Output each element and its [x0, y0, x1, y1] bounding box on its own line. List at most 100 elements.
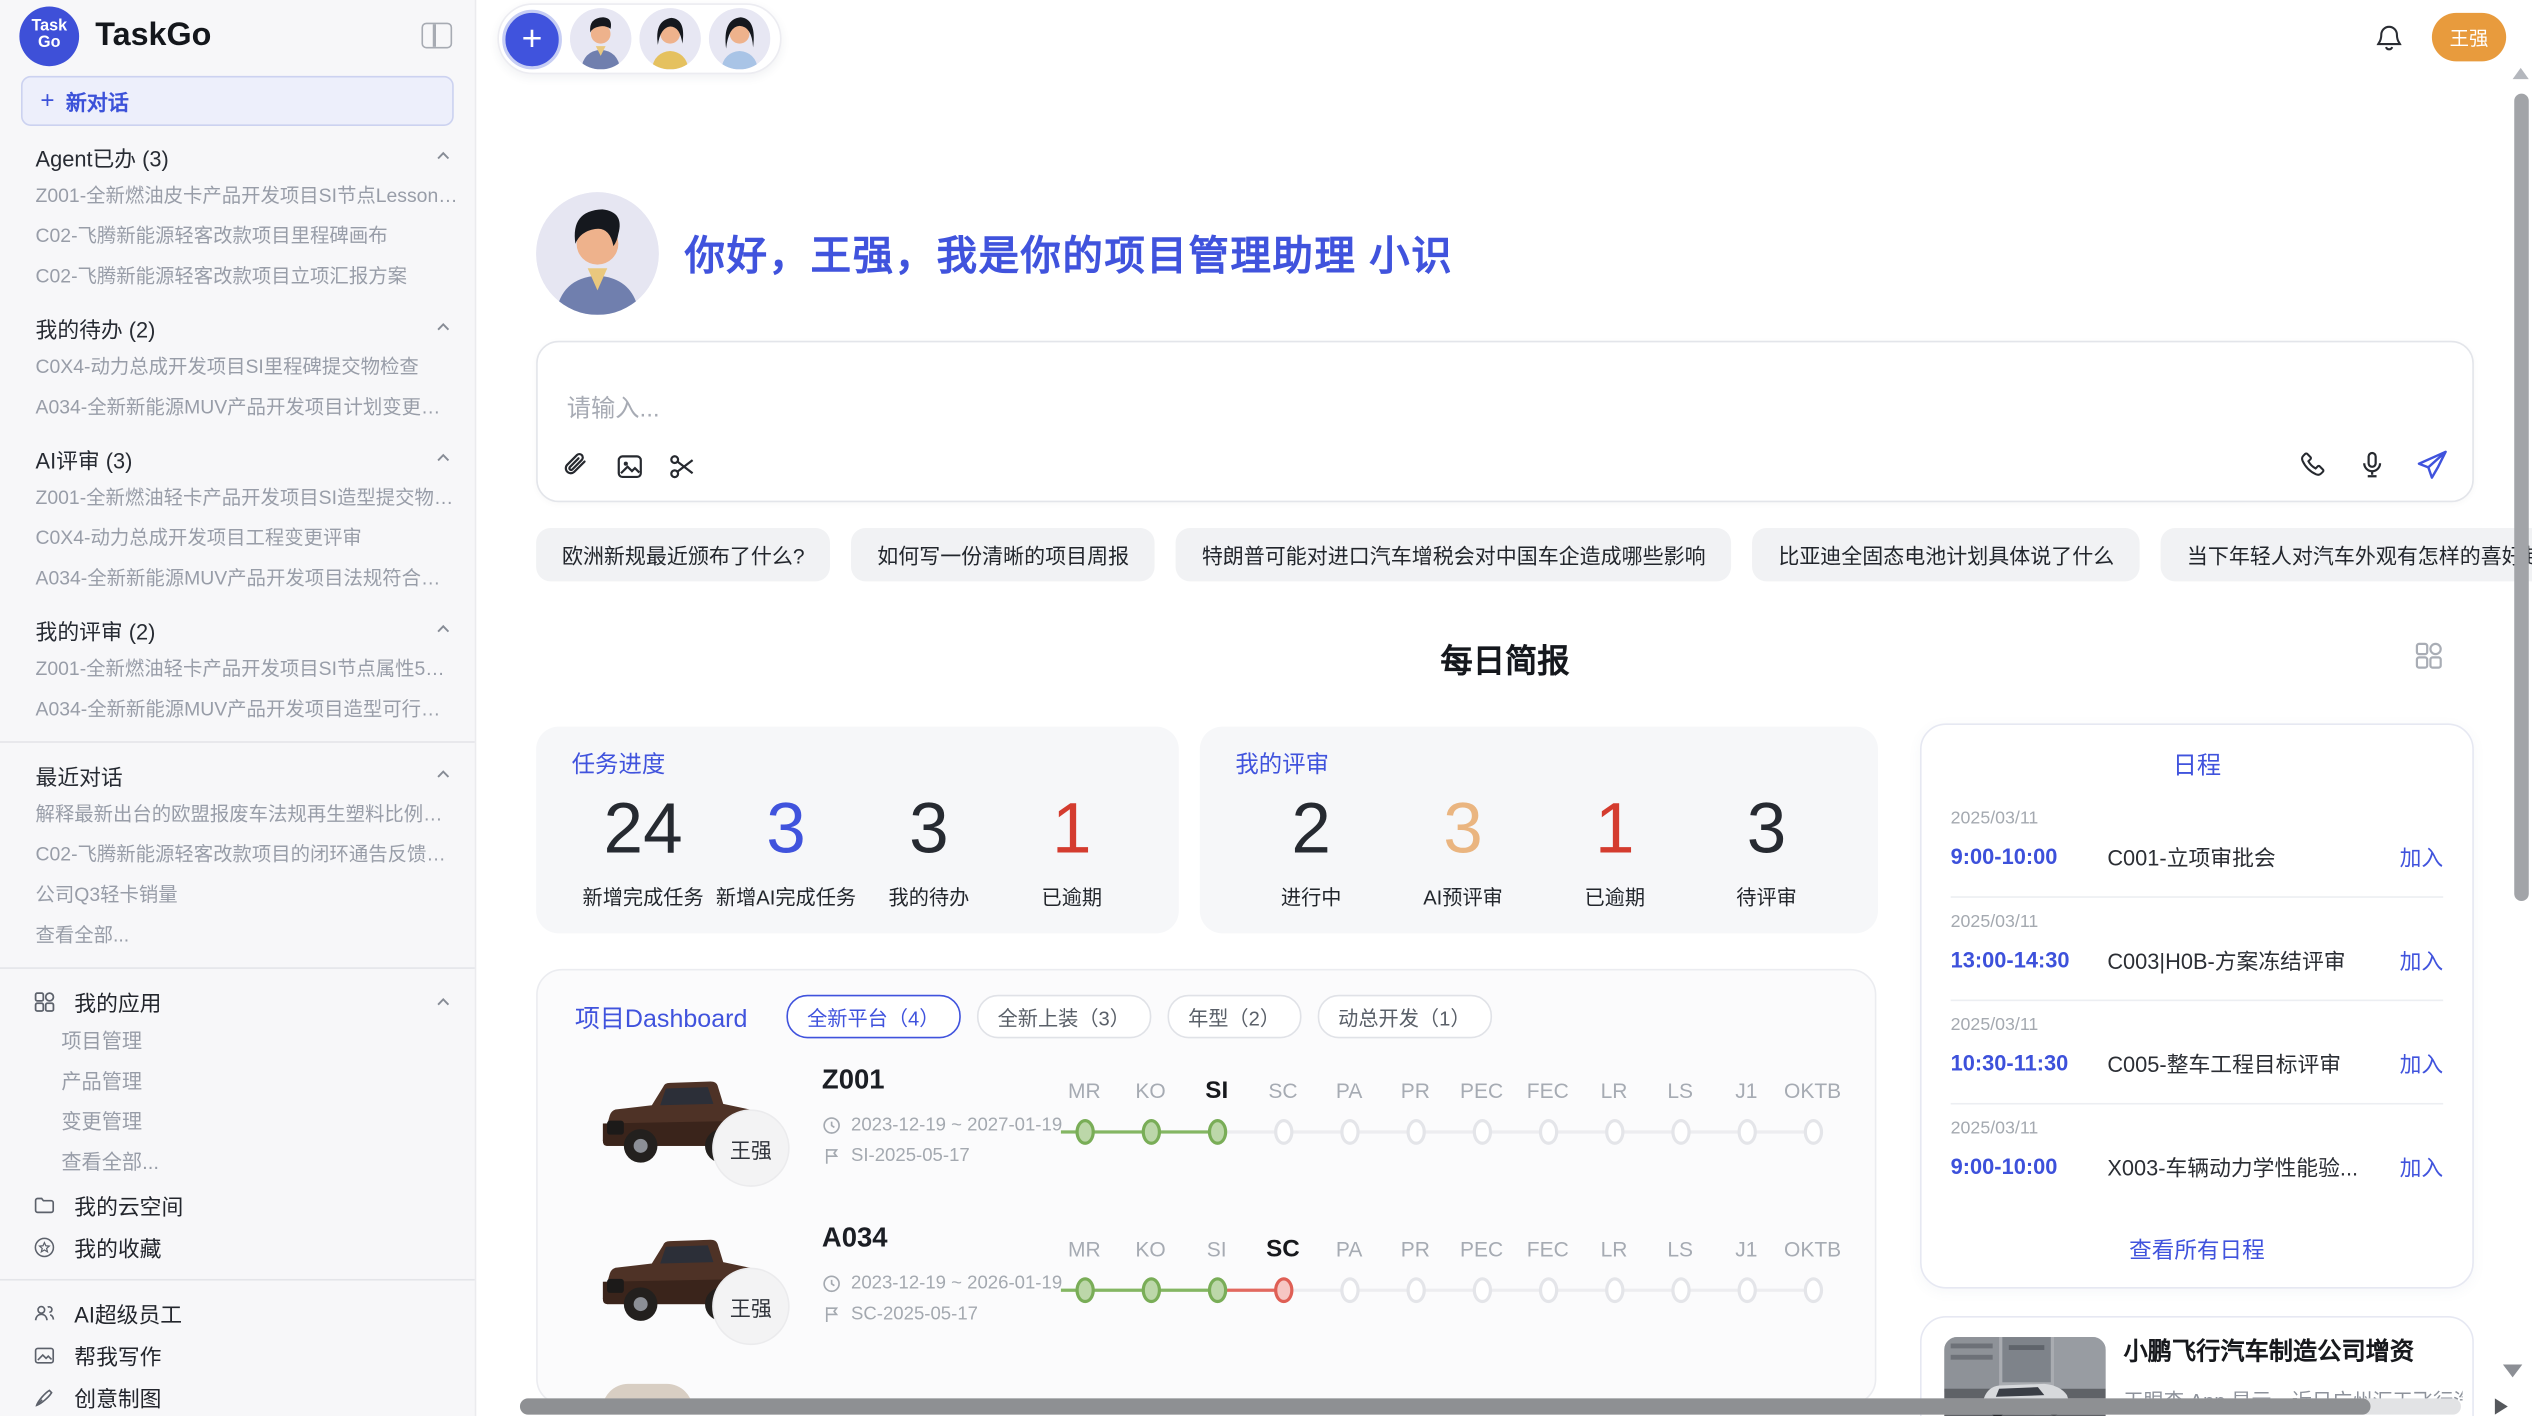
scroll-right-arrow[interactable]	[2495, 1398, 2508, 1414]
notification-bell-icon[interactable]	[2374, 22, 2405, 53]
suggestion-chip[interactable]: 如何写一份清晰的项目周报	[851, 528, 1155, 581]
sidebar-item[interactable]: C02-飞腾新能源轻客改款项目立项汇报方案	[0, 257, 475, 297]
sidebar-item[interactable]: A034-全新新能源MUV产品开发项目法规符合性评审	[0, 559, 475, 599]
sidebar-item-pen[interactable]: 创意制图	[0, 1376, 475, 1416]
sidebar-item-people[interactable]: AI超级员工	[0, 1292, 475, 1334]
sidebar-item-folder[interactable]: 我的云空间	[0, 1184, 475, 1226]
milestone: LS	[1647, 1203, 1713, 1361]
sidebar-item[interactable]: 查看全部...	[0, 1143, 475, 1183]
stat-value: 3	[1691, 786, 1843, 873]
stat-label: 我的待办	[857, 880, 1000, 911]
suggestion-chip[interactable]: 欧洲新规最近颁布了什么?	[536, 528, 830, 581]
milestone-dot	[1406, 1119, 1425, 1145]
dashboard-tab[interactable]: 全新上装（3）	[977, 995, 1151, 1039]
sidebar-section-header[interactable]: 最近对话	[0, 754, 475, 794]
sidebar-item[interactable]: C02-飞腾新能源轻客改款项目里程碑画布	[0, 216, 475, 256]
voice-call-icon[interactable]	[2298, 449, 2330, 481]
dashboard-tab[interactable]: 全新平台（4）	[786, 995, 960, 1039]
app-window: Task Go TaskGo + 新对话 Agent已办 (3) Z001-全新…	[0, 0, 2532, 1416]
milestone: PR	[1382, 1045, 1448, 1203]
app-title: TaskGo	[95, 17, 211, 54]
chevron-up-icon[interactable]	[434, 992, 452, 1010]
send-icon[interactable]	[2414, 447, 2450, 483]
sidebar-section-header[interactable]: 我的评审 (2)	[0, 609, 475, 649]
news-title: 小鹏飞行汽车制造公司增资	[2123, 1337, 2462, 1369]
milestone-label: PEC	[1448, 1235, 1514, 1264]
milestone: FEC	[1515, 1045, 1581, 1203]
sidebar-item[interactable]: 项目管理	[0, 1022, 475, 1062]
milestone-label: PR	[1382, 1077, 1448, 1106]
sidebar-section: AI评审 (3) Z001-全新燃油轻卡产品开发项目SI造型提交物评审C0X4-…	[0, 438, 475, 599]
sidebar-item[interactable]: C0X4-动力总成开发项目工程变更评审	[0, 518, 475, 558]
chat-input[interactable]	[564, 394, 2024, 425]
vertical-scrollbar[interactable]	[2514, 94, 2529, 901]
sidebar-collapse-icon[interactable]	[421, 23, 452, 49]
milestone-dot	[1339, 1277, 1358, 1303]
suggestion-chip[interactable]: 比亚迪全固态电池计划具体说了什么	[1752, 528, 2140, 581]
sidebar-item[interactable]: 变更管理	[0, 1103, 475, 1143]
chevron-up-icon[interactable]	[434, 147, 452, 165]
suggestion-chip[interactable]: 特朗普可能对进口汽车增税会对中国车企造成哪些影响	[1176, 528, 1732, 581]
sidebar-item[interactable]: 产品管理	[0, 1063, 475, 1103]
flag-icon	[822, 1304, 841, 1323]
sidebar-item[interactable]: A034-全新新能源MUV产品开发项目造型可行性评审	[0, 690, 475, 730]
milestone-dot	[1273, 1119, 1292, 1145]
event-join-link[interactable]: 加入	[2400, 1150, 2444, 1182]
sidebar-item-my-apps[interactable]: 我的应用	[0, 980, 475, 1022]
agent-avatar[interactable]	[570, 8, 631, 69]
sidebar-item[interactable]: Z001-全新燃油轻卡产品开发项目SI节点属性5D文件评审	[0, 649, 475, 689]
milestone: SC	[1250, 1203, 1316, 1361]
chevron-up-icon[interactable]	[434, 318, 452, 336]
sidebar-item[interactable]: C02-飞腾新能源轻客改款项目的闭环通告反馈情况	[0, 835, 475, 875]
sidebar-item[interactable]: C0X4-动力总成开发项目SI里程碑提交物检查	[0, 347, 475, 387]
dashboard-tab[interactable]: 动总开发（1）	[1317, 995, 1491, 1039]
event-join-link[interactable]: 加入	[2400, 943, 2444, 975]
chevron-up-icon[interactable]	[434, 765, 452, 783]
sidebar-item[interactable]: Z001-全新燃油皮卡产品开发项目SI节点Lesson Learn报告	[0, 176, 475, 216]
sidebar-item[interactable]: 公司Q3轻卡销量	[0, 875, 475, 915]
microphone-icon[interactable]	[2356, 449, 2388, 481]
event-date: 2025/03/11	[1951, 1119, 2444, 1138]
attachment-icon[interactable]	[560, 451, 592, 483]
event-time: 9:00-10:00	[1951, 1154, 2108, 1178]
user-avatar[interactable]: 王强	[2432, 13, 2506, 61]
sidebar-section-header[interactable]: 我的待办 (2)	[0, 307, 475, 347]
image-upload-icon[interactable]	[614, 451, 646, 483]
sidebar-item-image[interactable]: 帮我写作	[0, 1334, 475, 1376]
milestone: PA	[1316, 1203, 1382, 1361]
event-date: 2025/03/11	[1951, 809, 2444, 828]
agent-avatar[interactable]	[639, 8, 700, 69]
milestone-label: LS	[1647, 1077, 1713, 1106]
milestone-connector	[1349, 1289, 1415, 1292]
stat-value: 3	[1387, 786, 1539, 873]
chevron-up-icon[interactable]	[434, 449, 452, 467]
milestone-connector	[1680, 1130, 1746, 1133]
sidebar-section-header[interactable]: AI评审 (3)	[0, 438, 475, 478]
chevron-up-icon[interactable]	[434, 620, 452, 638]
sidebar-section-header[interactable]: Agent已办 (3)	[0, 136, 475, 176]
image-icon	[32, 1342, 58, 1368]
sidebar-item-star[interactable]: 我的收藏	[0, 1226, 475, 1268]
sidebar-item[interactable]: 解释最新出台的欧盟报废车法规再生塑料比例被调至15%...	[0, 794, 475, 834]
view-all-schedule-link[interactable]: 查看所有日程	[1922, 1234, 2473, 1266]
scissors-icon[interactable]	[667, 451, 699, 483]
horizontal-scrollbar[interactable]	[520, 1398, 2371, 1414]
suggestion-chip[interactable]: 当下年轻人对汽车外观有怎样的喜好趋势	[2161, 528, 2532, 581]
event-join-link[interactable]: 加入	[2400, 840, 2444, 872]
scroll-down-arrow[interactable]	[2503, 1365, 2522, 1378]
sidebar-item[interactable]: A034-全新新能源MUV产品开发项目计划变更表编写	[0, 388, 475, 428]
new-chat-button[interactable]: + 新对话	[21, 76, 454, 126]
milestone-connector	[1746, 1130, 1812, 1133]
milestone-dot	[1737, 1119, 1756, 1145]
sidebar-item[interactable]: Z001-全新燃油轻卡产品开发项目SI造型提交物评审	[0, 478, 475, 518]
project-row: 王强 A034 2023-12-19 ~ 2026-01-19 SC-2025-…	[538, 1203, 1875, 1361]
milestone: PR	[1382, 1203, 1448, 1361]
sidebar-item[interactable]: 查看全部...	[0, 916, 475, 956]
dashboard-tab[interactable]: 年型（2）	[1167, 995, 1301, 1039]
milestone-label: MR	[1051, 1235, 1117, 1264]
scroll-up-arrow[interactable]	[2513, 68, 2529, 79]
event-join-link[interactable]: 加入	[2400, 1046, 2444, 1078]
add-agent-button[interactable]: +	[502, 9, 562, 69]
layout-grid-icon[interactable]	[2413, 639, 2445, 671]
agent-avatar[interactable]	[709, 8, 770, 69]
